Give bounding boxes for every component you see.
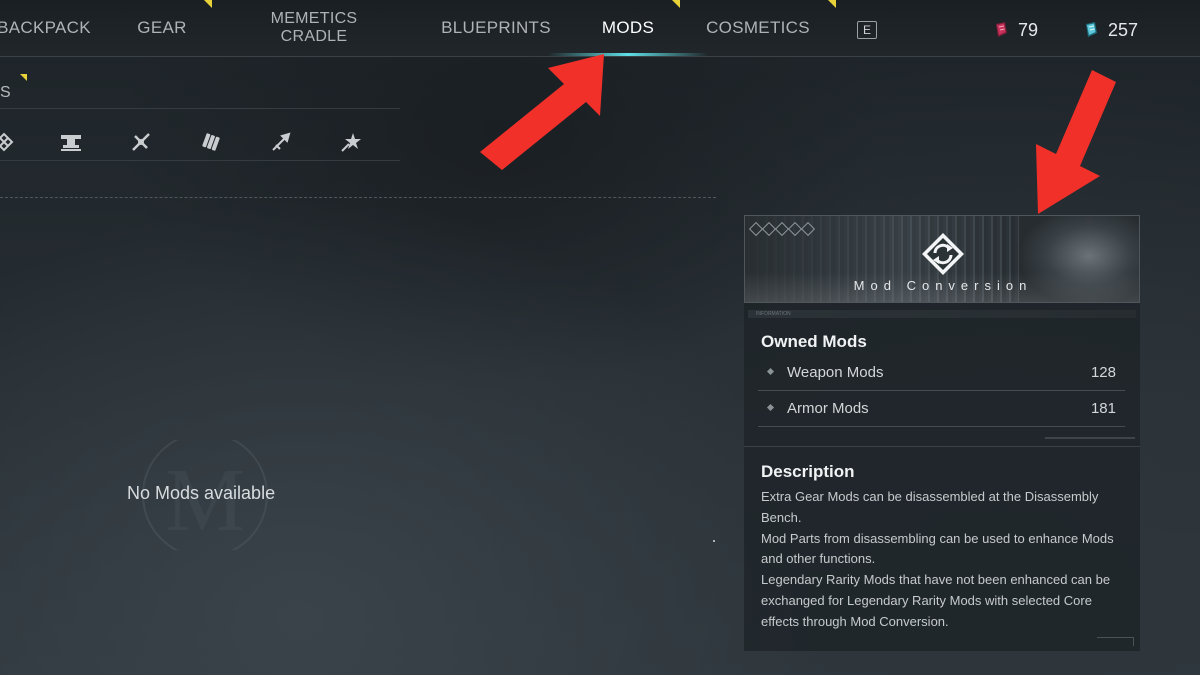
crossed-tools-icon[interactable] bbox=[127, 128, 155, 156]
owned-mods-footer-bar bbox=[1045, 437, 1135, 439]
scroll-marker bbox=[713, 540, 715, 542]
active-tab-underline bbox=[548, 53, 708, 56]
owned-mods-title: Owned Mods bbox=[761, 332, 867, 351]
description-paragraph: Mod Parts from disassembling can be used… bbox=[761, 530, 1114, 567]
all-mods-icon[interactable] bbox=[0, 128, 18, 156]
blue-crystal-icon bbox=[1086, 22, 1097, 37]
owned-mod-count: 128 bbox=[1090, 364, 1116, 381]
tab-memetics-cradle[interactable]: MEMETICS CRADLE bbox=[254, 0, 374, 56]
mod-filter-row bbox=[0, 128, 400, 160]
category-divider bbox=[0, 108, 400, 109]
tab-memetics-cradle-line1: MEMETICS bbox=[270, 10, 358, 27]
burst-icon[interactable] bbox=[337, 128, 365, 156]
tab-gear[interactable]: GEAR bbox=[128, 0, 196, 56]
tab-blueprints[interactable]: BLUEPRINTS bbox=[436, 0, 556, 56]
empty-mods-message: No Mods available bbox=[127, 483, 276, 503]
currency-red: 79 bbox=[992, 18, 1038, 42]
mods-new-indicator bbox=[672, 0, 680, 8]
red-crystal-icon bbox=[996, 22, 1007, 37]
arrows-icon[interactable] bbox=[267, 128, 295, 156]
diamond-bullet-icon bbox=[766, 367, 775, 376]
currency-blue-value: 257 bbox=[1108, 19, 1139, 40]
list-top-dashed-divider bbox=[0, 197, 716, 198]
panel-corner-bracket bbox=[1097, 637, 1134, 646]
owned-weapon-mods-row[interactable]: Weapon Mods 128 bbox=[758, 356, 1125, 391]
annotation-arrow-to-mods-tab bbox=[480, 54, 604, 170]
banner-title: Mod Conversion bbox=[853, 278, 1033, 293]
currency-red-value: 79 bbox=[1018, 19, 1039, 40]
tab-backpack[interactable]: BACKPACK bbox=[0, 0, 94, 56]
anvil-icon[interactable] bbox=[57, 128, 85, 156]
tab-memetics-cradle-line2: CRADLE bbox=[280, 28, 348, 45]
information-strip: INFORMATION bbox=[748, 310, 1136, 318]
description-paragraph: Legendary Rarity Mods that have not been… bbox=[761, 572, 1111, 629]
owned-mod-name: Armor Mods bbox=[787, 400, 869, 417]
description-body: Extra Gear Mods can be disassembled at t… bbox=[761, 487, 1131, 633]
cosmetics-new-indicator bbox=[828, 0, 836, 8]
category-new-indicator bbox=[20, 74, 27, 81]
ammo-icon[interactable] bbox=[197, 128, 225, 156]
mod-conversion-icon bbox=[922, 233, 964, 275]
owned-mod-name: Weapon Mods bbox=[787, 364, 884, 381]
owned-armor-mods-row[interactable]: Armor Mods 181 bbox=[758, 392, 1125, 427]
banner-rarity-row bbox=[748, 221, 816, 237]
description-title: Description bbox=[761, 462, 855, 481]
description-divider bbox=[744, 446, 1140, 447]
owned-mod-count: 181 bbox=[1090, 400, 1116, 417]
gear-new-indicator bbox=[204, 0, 212, 8]
tab-cosmetics[interactable]: COSMETICS bbox=[700, 0, 816, 56]
diamond-bullet-icon bbox=[766, 403, 775, 412]
description-paragraph: Extra Gear Mods can be disassembled at t… bbox=[761, 489, 1099, 525]
mod-conversion-banner[interactable]: Mod Conversion bbox=[744, 215, 1140, 303]
rarity-diamond bbox=[800, 221, 816, 237]
tab-mods[interactable]: MODS bbox=[592, 0, 664, 56]
currency-blue: 257 bbox=[1082, 18, 1138, 42]
mod-category-label[interactable]: S bbox=[0, 84, 11, 102]
top-navigation-bar: BACKPACK GEAR MEMETICS CRADLE BLUEPRINTS… bbox=[0, 0, 1200, 57]
filter-divider bbox=[0, 160, 400, 161]
annotation-arrow-to-banner bbox=[1036, 70, 1116, 214]
next-tab-key-hint[interactable]: E bbox=[857, 21, 877, 39]
